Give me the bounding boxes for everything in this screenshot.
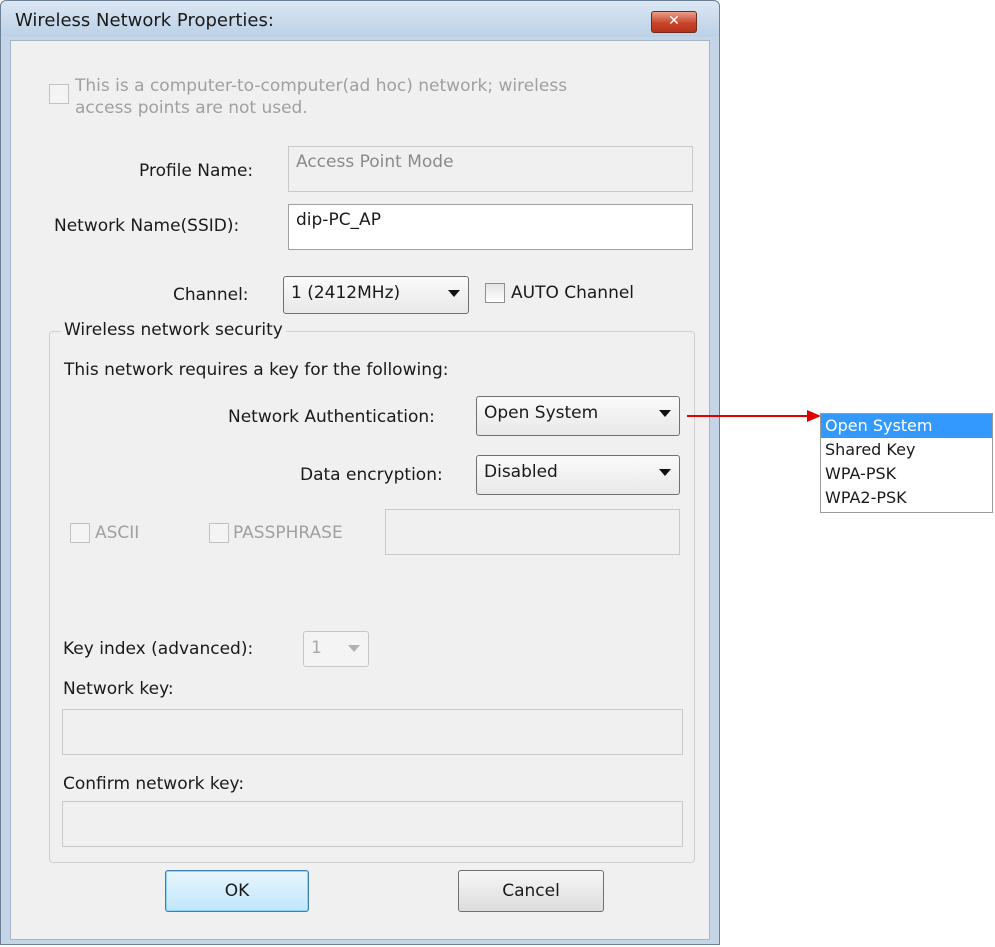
auth-label: Network Authentication:	[228, 407, 435, 427]
key-index-label: Key index (advanced):	[63, 639, 254, 659]
chevron-down-icon	[659, 410, 671, 417]
callout-arrow	[687, 410, 821, 422]
ascii-label: ASCII	[95, 523, 140, 543]
ssid-label: Network Name(SSID):	[54, 216, 240, 236]
network-key-input[interactable]	[62, 709, 683, 755]
encryption-select[interactable]: Disabled	[476, 455, 680, 495]
adhoc-label-line1: This is a computer-to-computer(ad hoc) n…	[75, 76, 568, 96]
passphrase-input[interactable]	[385, 509, 680, 555]
encryption-label: Data encryption:	[300, 465, 443, 485]
dialog-client-area: This is a computer-to-computer(ad hoc) n…	[10, 40, 710, 940]
auth-dropdown-list: Open System Shared Key WPA-PSK WPA2-PSK	[820, 413, 993, 513]
security-intro-text: This network requires a key for the foll…	[64, 360, 449, 380]
chevron-down-icon	[348, 645, 360, 652]
profile-name-label: Profile Name:	[139, 161, 254, 181]
cancel-button[interactable]: Cancel	[458, 870, 604, 912]
confirm-key-label: Confirm network key:	[63, 774, 245, 794]
confirm-key-input[interactable]	[62, 801, 683, 847]
chevron-down-icon	[448, 290, 460, 297]
auto-channel-label: AUTO Channel	[511, 283, 635, 303]
cancel-button-label: Cancel	[502, 881, 560, 901]
encryption-value: Disabled	[484, 462, 558, 482]
profile-name-value: Access Point Mode	[296, 152, 454, 172]
title-bar: Wireless Network Properties: ✕	[1, 1, 719, 37]
auth-option-open-system[interactable]: Open System	[821, 414, 992, 438]
ssid-value: dip-PC_AP	[296, 210, 381, 230]
adhoc-checkbox[interactable]	[49, 84, 69, 104]
profile-name-field[interactable]: Access Point Mode	[288, 146, 693, 192]
auth-option-wpa2-psk[interactable]: WPA2-PSK	[821, 486, 992, 510]
passphrase-checkbox[interactable]	[209, 523, 229, 543]
ok-button-label: OK	[224, 881, 250, 901]
auth-option-shared-key[interactable]: Shared Key	[821, 438, 992, 462]
dialog-window: Wireless Network Properties: ✕ This is a…	[0, 0, 720, 945]
auth-select[interactable]: Open System	[476, 396, 680, 436]
channel-select[interactable]: 1 (2412MHz)	[283, 276, 469, 314]
dialog-title: Wireless Network Properties:	[15, 10, 274, 31]
network-key-label: Network key:	[63, 679, 174, 699]
close-icon: ✕	[668, 13, 680, 29]
passphrase-label: PASSPHRASE	[233, 523, 343, 543]
ssid-input[interactable]: dip-PC_AP	[288, 204, 693, 250]
auto-channel-checkbox[interactable]	[485, 283, 505, 303]
channel-label: Channel:	[173, 285, 249, 305]
ok-button[interactable]: OK	[165, 870, 309, 912]
channel-value: 1 (2412MHz)	[291, 283, 401, 303]
security-group-legend: Wireless network security	[61, 320, 286, 340]
key-index-select[interactable]: 1	[303, 631, 369, 667]
auth-value: Open System	[484, 403, 599, 423]
key-index-value: 1	[311, 638, 322, 658]
close-button[interactable]: ✕	[651, 11, 697, 33]
auth-option-wpa-psk[interactable]: WPA-PSK	[821, 462, 992, 486]
ascii-checkbox[interactable]	[70, 523, 90, 543]
chevron-down-icon	[659, 469, 671, 476]
adhoc-label-line2: access points are not used.	[75, 98, 308, 118]
